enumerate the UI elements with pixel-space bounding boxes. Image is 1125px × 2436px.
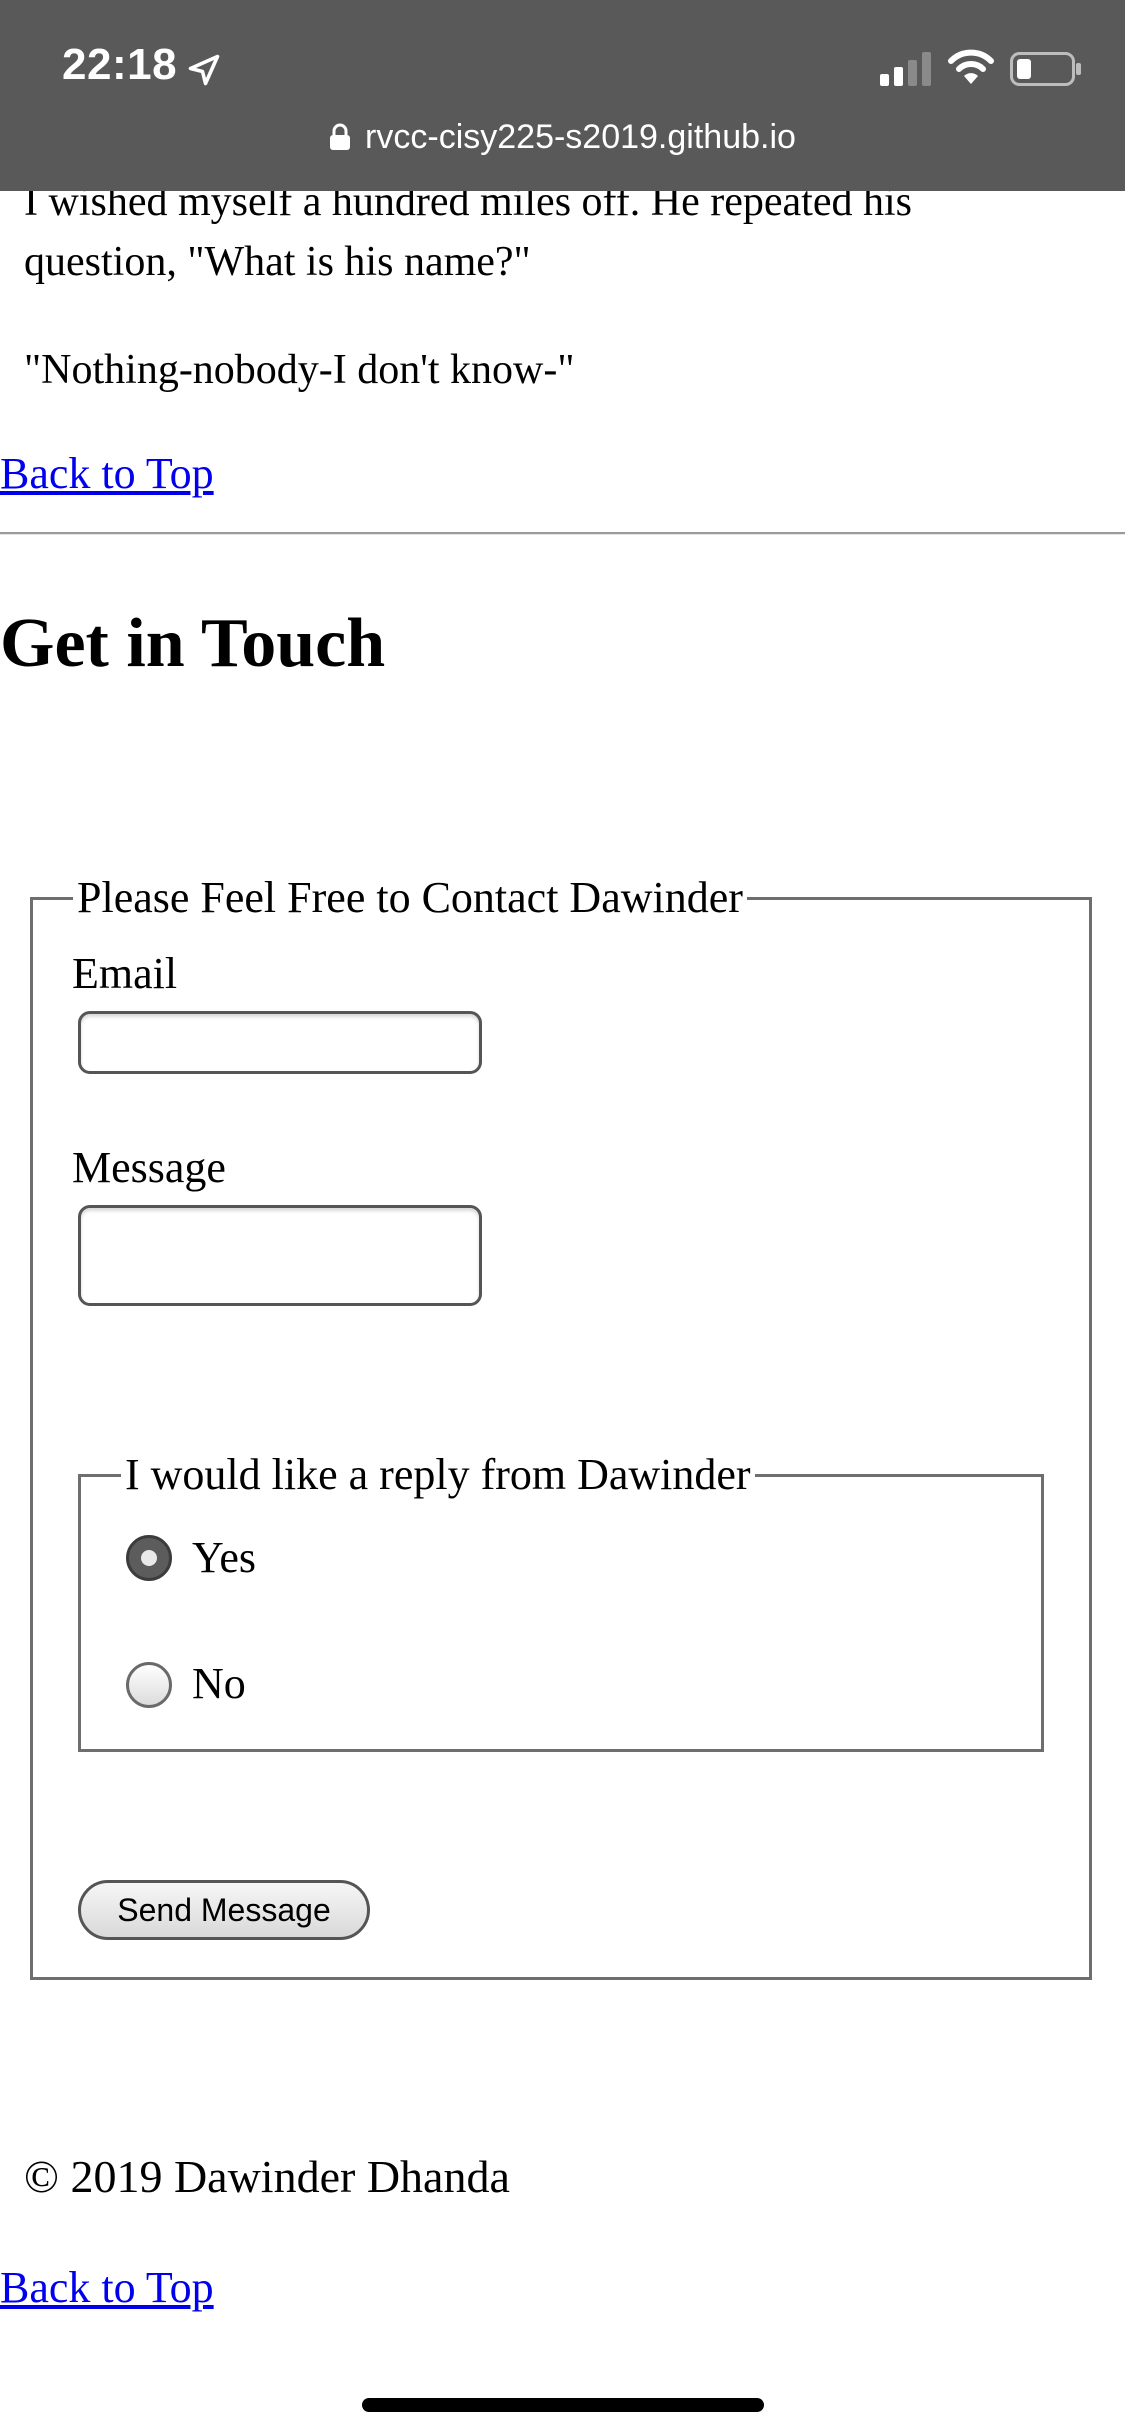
address-bar[interactable]: rvcc-cisy225-s2019.github.io — [0, 118, 1125, 157]
email-field[interactable] — [78, 1011, 482, 1074]
browser-top-bar: 22:18 rvcc-cisy225-s2019.github.io — [0, 0, 1125, 191]
story-quote: "Nothing-nobody-I don't know-" — [24, 347, 575, 393]
battery-icon — [1010, 52, 1081, 86]
footer-back-to-top-link[interactable]: Back to Top — [0, 2262, 214, 2313]
reply-fieldset-legend: I would like a reply from Dawinder — [125, 1450, 751, 1499]
location-arrow-icon — [188, 54, 220, 86]
email-label: Email — [72, 949, 178, 998]
copyright-text: © 2019 Dawinder Dhanda — [24, 2151, 510, 2202]
lock-icon — [330, 123, 351, 150]
status-time: 22:18 — [62, 40, 178, 89]
section-divider — [0, 532, 1125, 535]
story-line-2: question, "What is his name?" — [24, 239, 531, 285]
wifi-icon — [948, 49, 994, 84]
message-label: Message — [72, 1143, 226, 1192]
page-heading: Get in Touch — [0, 605, 386, 682]
reply-no-label[interactable]: No — [192, 1658, 246, 1709]
back-to-top-link[interactable]: Back to Top — [0, 448, 214, 499]
contact-fieldset-legend: Please Feel Free to Contact Dawinder — [77, 873, 743, 922]
reply-yes-radio[interactable] — [126, 1535, 172, 1581]
home-indicator[interactable] — [362, 2398, 764, 2412]
reply-yes-label[interactable]: Yes — [192, 1532, 256, 1583]
url-text: rvcc-cisy225-s2019.github.io — [365, 118, 796, 156]
cellular-signal-icon — [880, 52, 931, 86]
reply-no-radio[interactable] — [126, 1662, 172, 1708]
send-message-button[interactable]: Send Message — [78, 1880, 370, 1940]
message-field[interactable] — [78, 1205, 482, 1306]
